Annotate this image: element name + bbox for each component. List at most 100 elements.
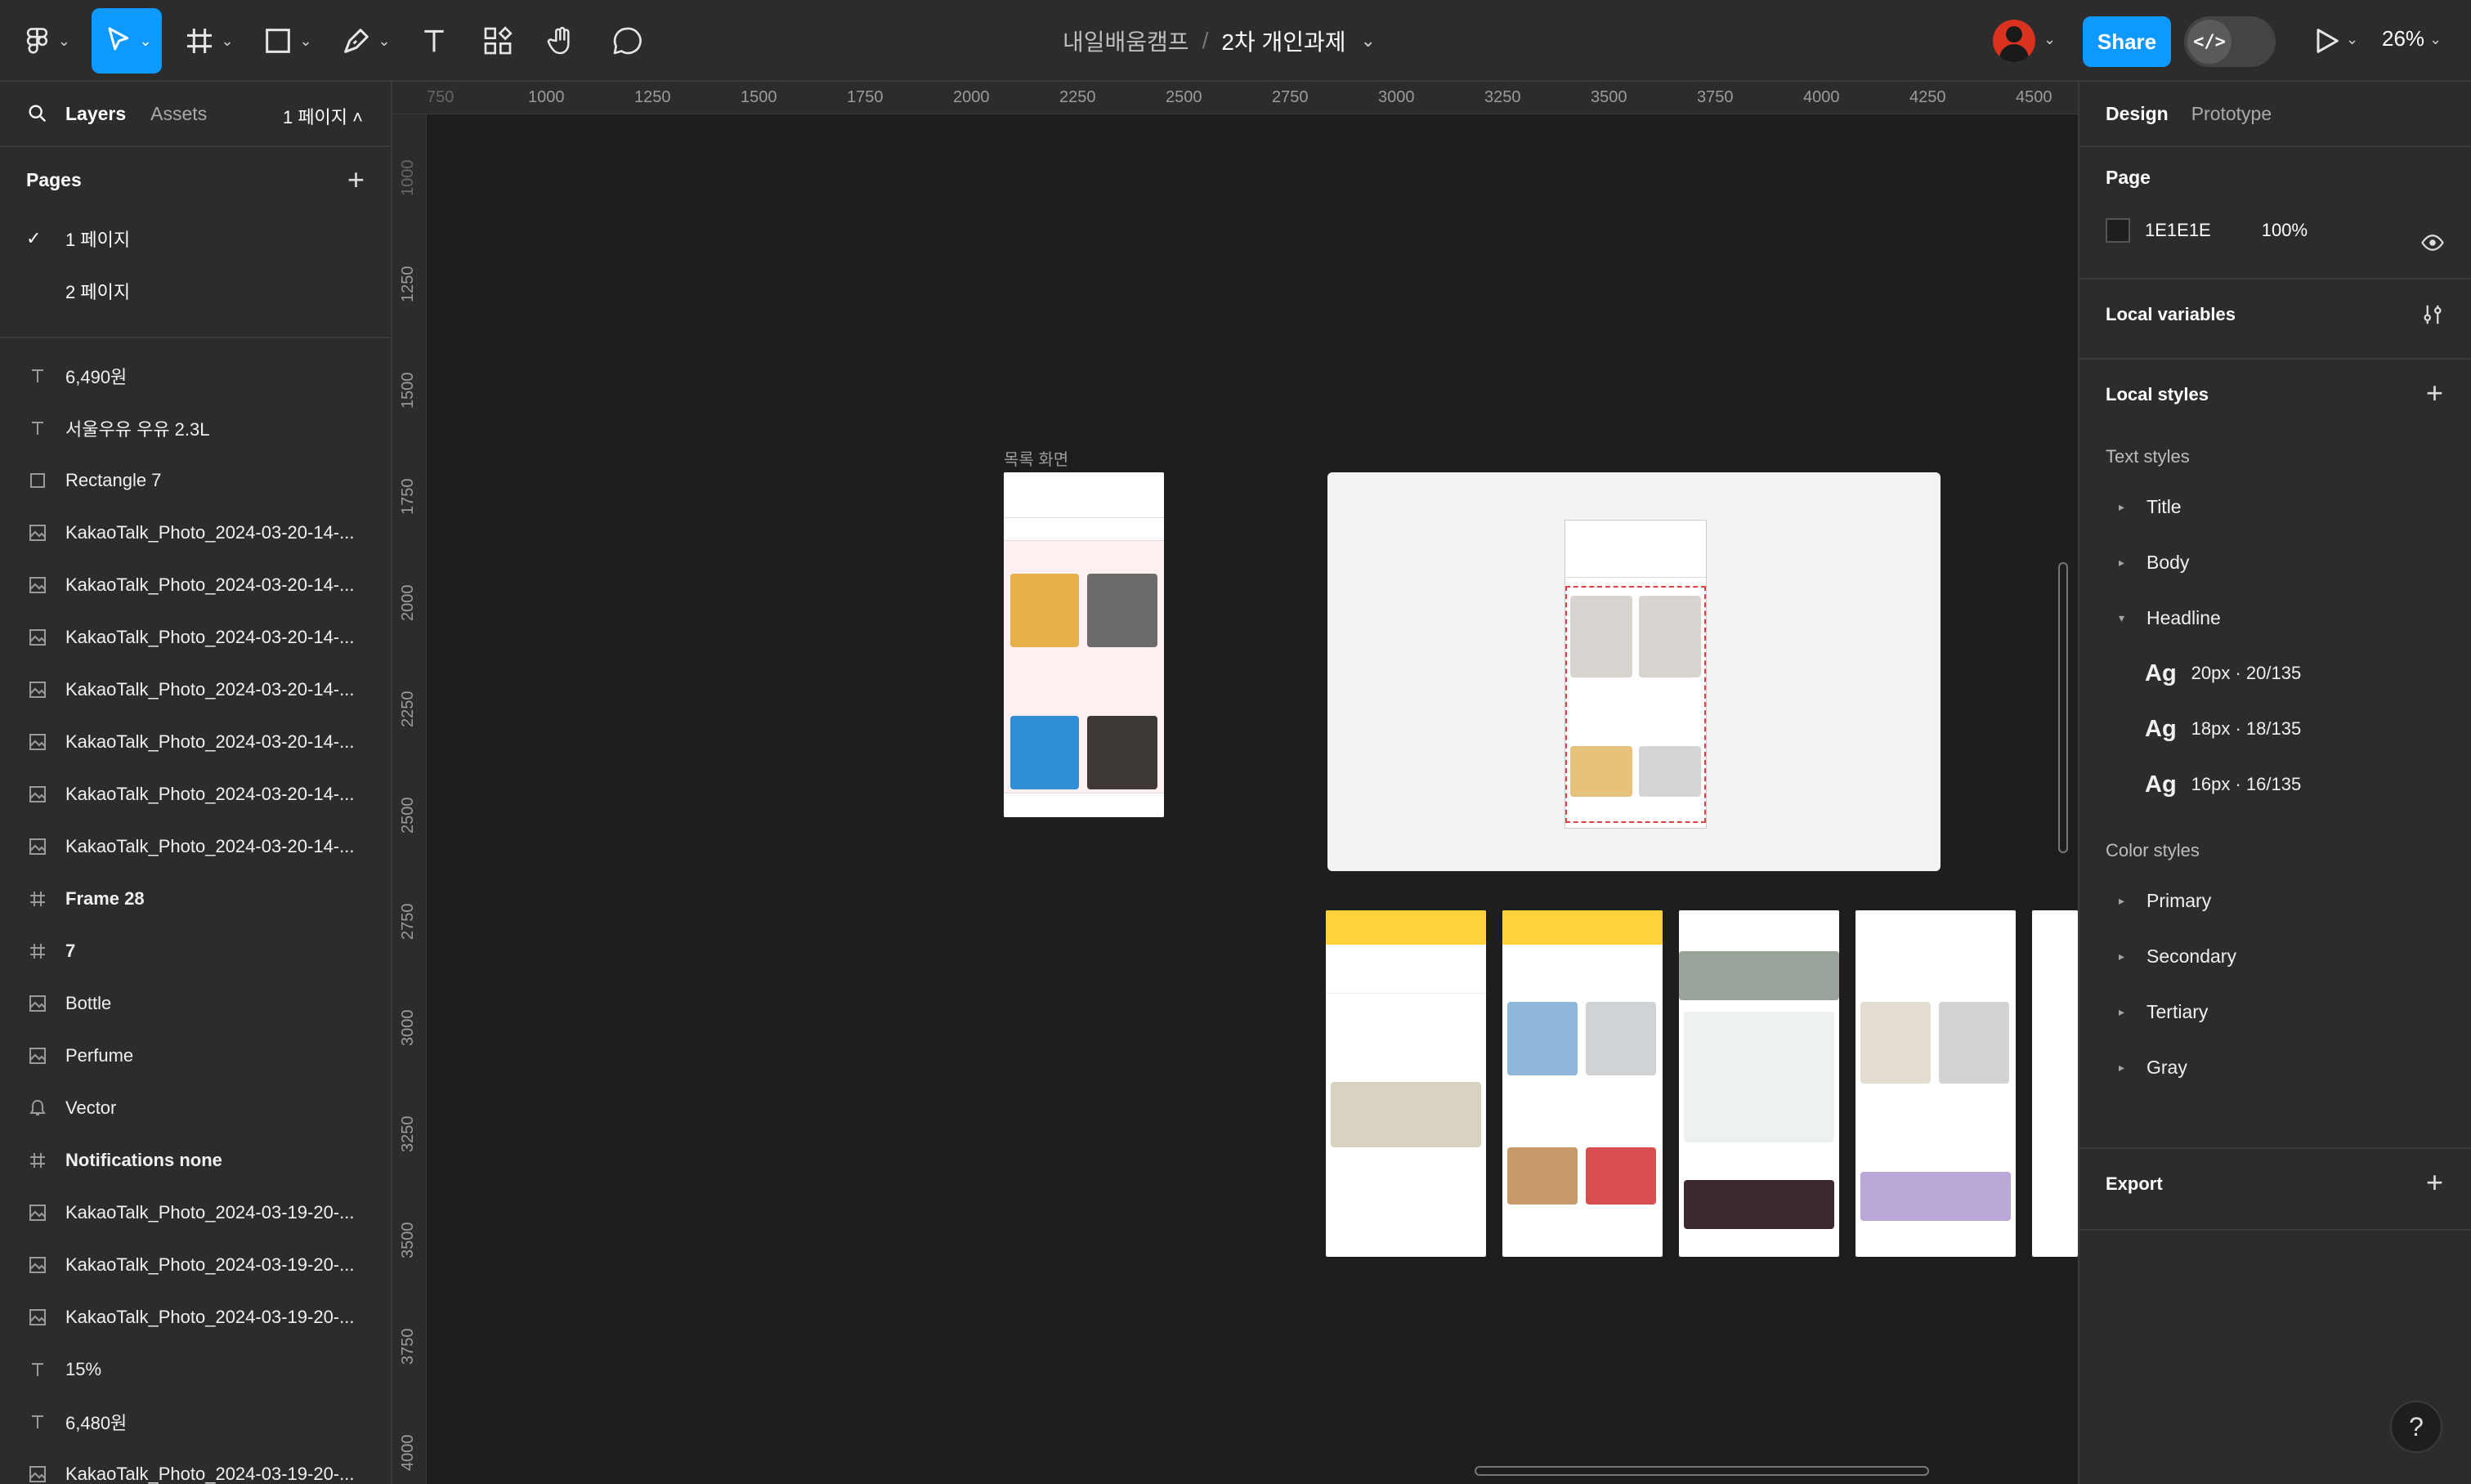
layer-item[interactable]: KakaoTalk_Photo_2024-03-20-14-... [0, 507, 391, 559]
tab-assets[interactable]: Assets [150, 103, 207, 125]
page-color-value[interactable]: 1E1E1E [2145, 220, 2211, 241]
comment-tool-button[interactable] [607, 8, 647, 74]
mini-phone-frame[interactable] [1565, 520, 1707, 829]
layer-item[interactable]: 15% [0, 1343, 391, 1396]
shape-tool-button[interactable]: ⌄ [258, 8, 316, 74]
hand-icon [547, 26, 570, 55]
color-style-item[interactable]: ▸ Gray [2106, 1039, 2445, 1095]
search-icon[interactable] [26, 102, 49, 125]
layer-item[interactable]: KakaoTalk_Photo_2024-03-19-20-... [0, 1239, 391, 1291]
caret-right-icon: ▸ [2119, 1060, 2125, 1074]
product-image [1331, 1082, 1481, 1147]
color-swatch[interactable] [2106, 218, 2130, 243]
resources-button[interactable] [477, 8, 518, 74]
page-label: 2 페이지 [65, 282, 131, 302]
layer-item[interactable]: KakaoTalk_Photo_2024-03-20-14-... [0, 559, 391, 611]
product-image [1010, 716, 1079, 789]
avatar[interactable] [1993, 20, 2035, 62]
image-layer-icon [28, 731, 65, 753]
page-item[interactable]: 2 페이지 [0, 265, 391, 317]
dev-mode-toggle[interactable]: </> [2184, 16, 2276, 67]
layer-item[interactable]: 서울우유 우유 2.3L [0, 402, 391, 454]
text-style-item[interactable]: ▸ Title [2106, 479, 2445, 534]
image-layer-icon [28, 1254, 65, 1276]
layer-item[interactable]: Perfume [0, 1030, 391, 1082]
layer-item[interactable]: Frame 28 [0, 873, 391, 925]
reference-screenshot[interactable] [1502, 910, 1663, 1257]
color-styles-title: Color styles [2106, 840, 2200, 860]
zoom-level[interactable]: 26% [2382, 26, 2424, 51]
reference-screenshot[interactable] [1679, 910, 1839, 1257]
main-menu-button[interactable]: ⌄ [21, 8, 70, 74]
text-tool-button[interactable] [414, 8, 454, 74]
color-style-item[interactable]: ▸ Primary [2106, 873, 2445, 928]
ruler-tick: 4250 [1909, 88, 1946, 106]
chevron-down-icon[interactable]: ⌄ [2043, 31, 2056, 48]
page-fill-row[interactable]: 1E1E1E 100% [2106, 218, 2445, 243]
team-name[interactable]: 내일배움캠프 [1063, 25, 1189, 57]
layer-item[interactable]: KakaoTalk_Photo_2024-03-20-14-... [0, 768, 391, 820]
reference-screenshot[interactable] [2032, 910, 2078, 1257]
vertical-scrollbar[interactable] [2058, 562, 2068, 853]
chevron-down-icon[interactable]: ⌄ [2429, 31, 2442, 48]
reference-screenshot[interactable] [1326, 910, 1486, 1257]
frame-label[interactable]: 목록 화면 [1004, 446, 1068, 470]
layer-item[interactable]: 6,490원 [0, 350, 391, 402]
prototype-frame[interactable] [1327, 472, 1941, 871]
add-style-icon[interactable]: + [2426, 376, 2443, 410]
chevron-down-icon[interactable]: ⌄ [1361, 30, 1376, 51]
file-name[interactable]: 2차 개인과제 [1221, 25, 1345, 57]
move-tool-button[interactable]: ⌄ [92, 8, 162, 74]
layer-item[interactable]: KakaoTalk_Photo_2024-03-19-20-... [0, 1291, 391, 1343]
variables-icon[interactable] [2420, 302, 2445, 327]
tab-design[interactable]: Design [2106, 103, 2169, 125]
reference-screenshot[interactable] [1855, 910, 2016, 1257]
layers-panel: Layers Assets 1 페이지 ˄ Pages + ✓ 1 페이지 2 … [0, 82, 392, 1484]
list-screen-frame[interactable] [1004, 472, 1164, 817]
canvas[interactable]: 750 1000 1250 1500 1750 2000 2250 2500 2… [394, 82, 2078, 1484]
layer-item[interactable]: 7 [0, 925, 391, 977]
layer-item[interactable]: KakaoTalk_Photo_2024-03-19-20-... [0, 1448, 391, 1484]
text-style-item[interactable]: ▸ Body [2106, 534, 2445, 590]
headline-style[interactable]: Ag 20px · 20/135 [2106, 646, 2445, 701]
color-style-item[interactable]: ▸ Secondary [2106, 928, 2445, 984]
tab-layers[interactable]: Layers [65, 103, 126, 125]
present-play-icon[interactable] [2310, 23, 2343, 59]
layer-item[interactable]: Vector [0, 1082, 391, 1134]
tab-prototype[interactable]: Prototype [2191, 103, 2272, 125]
layer-item[interactable]: Rectangle 7 [0, 454, 391, 507]
pen-tool-button[interactable]: ⌄ [337, 8, 394, 74]
layer-item[interactable]: KakaoTalk_Photo_2024-03-20-14-... [0, 664, 391, 716]
ruler-tick: 3250 [399, 1115, 417, 1153]
chevron-down-icon[interactable]: ⌄ [2346, 31, 2358, 48]
page-item[interactable]: ✓ 1 페이지 [0, 212, 391, 265]
headline-style[interactable]: Ag 16px · 16/135 [2106, 757, 2445, 812]
share-button[interactable]: Share [2083, 16, 2171, 67]
ruler-tick: 3750 [1697, 88, 1734, 106]
layer-item[interactable]: KakaoTalk_Photo_2024-03-20-14-... [0, 716, 391, 768]
color-style-item[interactable]: ▸ Tertiary [2106, 984, 2445, 1039]
layer-item[interactable]: KakaoTalk_Photo_2024-03-20-14-... [0, 820, 391, 873]
text-style-item[interactable]: ▾ Headline [2106, 590, 2445, 646]
check-icon: ✓ [26, 228, 42, 248]
frame-layer-icon [28, 1150, 65, 1171]
layer-item[interactable]: Notifications none [0, 1134, 391, 1187]
ruler-tick: 1250 [399, 266, 417, 303]
headline-style[interactable]: Ag 18px · 18/135 [2106, 701, 2445, 757]
properties-panel: Design Prototype Page 1E1E1E 100% Local … [2078, 82, 2471, 1484]
add-export-icon[interactable]: + [2426, 1165, 2443, 1200]
eye-icon[interactable] [2420, 230, 2445, 255]
frame-tool-button[interactable]: ⌄ [180, 8, 237, 74]
layer-item[interactable]: KakaoTalk_Photo_2024-03-19-20-... [0, 1187, 391, 1239]
layer-item[interactable]: 6,480원 [0, 1396, 391, 1448]
file-title[interactable]: 내일배움캠프 / 2차 개인과제 ⌄ [1063, 0, 1376, 82]
horizontal-scrollbar[interactable] [1475, 1466, 1929, 1476]
add-page-icon[interactable]: + [347, 163, 365, 197]
hand-tool-button[interactable] [541, 8, 582, 74]
layer-item[interactable]: Bottle [0, 977, 391, 1030]
page-opacity-value[interactable]: 100% [2262, 220, 2308, 241]
help-button[interactable]: ? [2390, 1401, 2442, 1453]
layer-item[interactable]: KakaoTalk_Photo_2024-03-20-14-... [0, 611, 391, 664]
local-variables-section[interactable]: Local variables [2079, 279, 2471, 360]
page-selector[interactable]: 1 페이지 ˄ [283, 103, 363, 129]
